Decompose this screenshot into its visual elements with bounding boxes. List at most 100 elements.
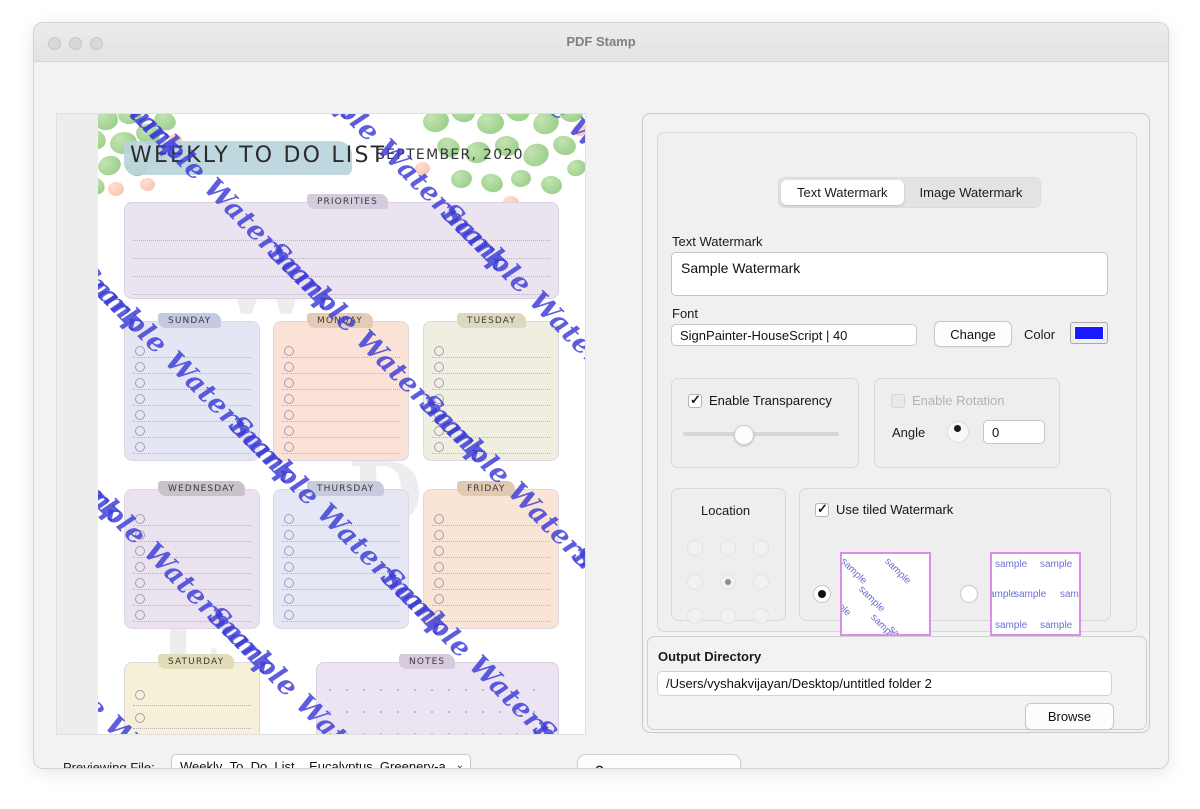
task-line	[282, 342, 400, 358]
eucalyptus-leaf	[476, 114, 505, 135]
task-bullet	[434, 530, 444, 540]
task-bullet	[284, 426, 294, 436]
task-line	[282, 510, 400, 526]
previewing-file-value: Weekly_To_Do_List__Eucalyptus_Greenery-a	[180, 759, 446, 770]
task-bullet	[135, 690, 145, 700]
day-card-friday	[423, 489, 559, 629]
day-card-monday	[273, 321, 409, 461]
task-bullet	[135, 530, 145, 540]
watermark-type-tabs[interactable]: Text Watermark Image Watermark	[778, 177, 1041, 208]
use-tiled-watermark-checkbox[interactable]: Use tiled Watermark	[815, 502, 953, 517]
location-radio-middle-right[interactable]	[753, 574, 769, 590]
font-value-field[interactable]: SignPainter-HouseScript | 40	[671, 324, 917, 346]
location-radio-bottom-center[interactable]	[720, 608, 736, 624]
eucalyptus-leaf	[116, 114, 144, 127]
task-line	[432, 438, 550, 454]
angle-input[interactable]: 0	[983, 420, 1045, 444]
notes-grid-dot	[431, 689, 433, 691]
color-swatch-fill	[1074, 326, 1104, 340]
output-directory-input[interactable]: /Users/vyshakvijayan/Desktop/untitled fo…	[657, 671, 1112, 696]
task-bullet	[135, 426, 145, 436]
document-month: SEPTEMBER, 2020	[376, 147, 524, 163]
notes-grid-dot	[414, 733, 416, 735]
location-radio-middle-center[interactable]	[720, 574, 736, 590]
notes-grid-dot	[448, 711, 450, 713]
notes-grid-dot	[482, 689, 484, 691]
tab-image-watermark[interactable]: Image Watermark	[904, 180, 1039, 205]
eucalyptus-leaf	[530, 114, 562, 137]
notes-grid-dot	[397, 733, 399, 735]
task-line	[282, 542, 400, 558]
pdf-preview-pane[interactable]: W D L WEEKLY TO DO LIST SEPTEMBER, 2020 …	[56, 113, 586, 735]
task-bullet	[434, 578, 444, 588]
task-bullet	[284, 562, 294, 572]
task-line	[282, 406, 400, 422]
enable-rotation-label: Enable Rotation	[912, 393, 1005, 408]
task-bullet	[434, 562, 444, 572]
color-swatch-button[interactable]	[1070, 322, 1108, 344]
task-line	[133, 542, 251, 558]
tile-sample-word: sample	[882, 556, 913, 587]
lock-icon	[593, 765, 606, 770]
location-radio-middle-left[interactable]	[687, 574, 703, 590]
task-line	[432, 606, 550, 622]
task-line	[432, 342, 550, 358]
location-radio-top-left[interactable]	[687, 540, 703, 556]
diagonal-tiled-preview[interactable]: samplesamplesamplesamplesamplesamplesamp…	[840, 552, 931, 636]
task-bullet	[135, 594, 145, 604]
task-line	[282, 358, 400, 374]
tab-text-watermark[interactable]: Text Watermark	[781, 180, 904, 205]
slider-knob[interactable]	[734, 425, 754, 445]
day-label-tuesday: TUESDAY	[457, 313, 526, 328]
notes-grid-dot	[482, 733, 484, 735]
enable-rotation-checkbox[interactable]: Enable Rotation	[891, 393, 1005, 408]
checkbox-indicator	[815, 503, 829, 517]
change-font-button[interactable]: Change	[934, 321, 1012, 347]
tile-sample-word: sample	[1040, 559, 1072, 570]
horizontal-tiled-preview[interactable]: samplesamplesamplesamplesamplesamplesamp…	[990, 552, 1081, 636]
tile-sample-word: sample	[840, 624, 859, 636]
angle-label: Angle	[892, 425, 925, 440]
title-bar: PDF Stamp	[34, 23, 1168, 62]
task-bullet	[434, 394, 444, 404]
task-line	[133, 606, 251, 622]
task-line	[133, 342, 251, 358]
previewing-file-label: Previewing File:	[63, 760, 155, 769]
notes-grid-dot	[380, 711, 382, 713]
task-bullet	[135, 546, 145, 556]
ruled-line	[133, 277, 550, 295]
task-line	[133, 374, 251, 390]
day-card-tuesday	[423, 321, 559, 461]
task-line	[133, 574, 251, 590]
location-grid[interactable]	[678, 531, 777, 633]
task-bullet	[284, 346, 294, 356]
angle-stepper[interactable]	[947, 421, 969, 443]
enable-transparency-checkbox[interactable]: Enable Transparency	[688, 393, 832, 408]
location-radio-bottom-left[interactable]	[687, 608, 703, 624]
task-bullet	[434, 346, 444, 356]
tile-sample-word: sample	[995, 620, 1027, 631]
browse-button[interactable]: Browse	[1025, 703, 1114, 730]
notes-grid-dot	[363, 733, 365, 735]
location-radio-bottom-right[interactable]	[753, 608, 769, 624]
eucalyptus-leaf	[98, 114, 120, 132]
tiled-option-diagonal-radio[interactable]	[813, 585, 831, 603]
location-radio-top-right[interactable]	[753, 540, 769, 556]
task-line	[282, 438, 400, 454]
watermark-pdfs-button[interactable]: Watermark PDFs	[577, 754, 741, 769]
task-line	[133, 590, 251, 606]
text-watermark-input[interactable]: Sample Watermark	[671, 252, 1108, 296]
transparency-slider[interactable]	[683, 425, 839, 443]
tiled-option-horizontal-radio[interactable]	[960, 585, 978, 603]
task-bullet	[284, 410, 294, 420]
eucalyptus-leaf	[450, 168, 474, 189]
eucalyptus-leaf	[98, 174, 108, 197]
eucalyptus-berry	[573, 124, 585, 136]
color-label: Color	[1024, 327, 1055, 342]
notes-grid-dot	[533, 689, 535, 691]
task-line	[432, 542, 550, 558]
location-radio-top-center[interactable]	[720, 540, 736, 556]
previewing-file-select[interactable]: Weekly_To_Do_List__Eucalyptus_Greenery-a…	[171, 754, 471, 769]
task-line	[282, 590, 400, 606]
task-line	[432, 590, 550, 606]
